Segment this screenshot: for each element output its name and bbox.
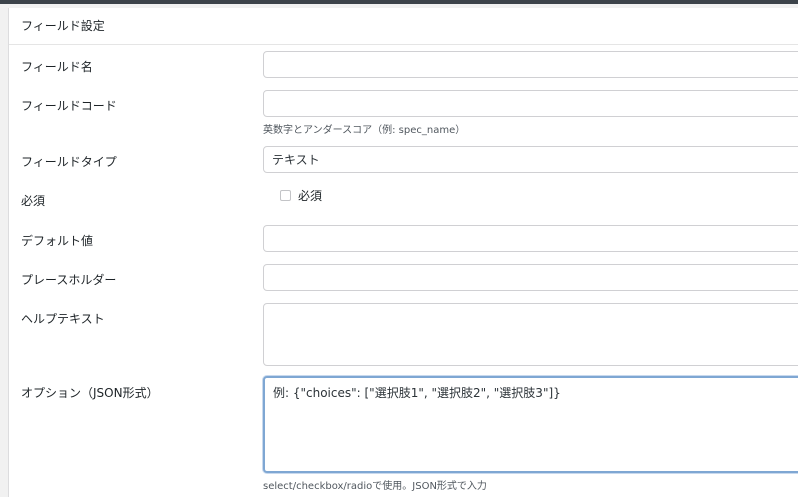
options-hint: select/checkbox/radioで使用。JSON形式で入力: [263, 481, 487, 492]
field-name-input[interactable]: [263, 51, 798, 78]
options-json-textarea[interactable]: [263, 376, 798, 473]
panel-title: フィールド設定: [21, 19, 105, 33]
required-checkbox[interactable]: [280, 190, 291, 201]
admin-top-bar: [0, 0, 798, 4]
help-text-textarea[interactable]: [263, 303, 798, 366]
default-value-input[interactable]: [263, 225, 798, 252]
field-settings-panel: フィールド設定 フィールド名 フィールドコード 英数字とアンダースコア（例: s…: [8, 8, 798, 497]
field-type-label: フィールドタイプ: [21, 155, 117, 169]
required-checkbox-row[interactable]: 必須: [280, 187, 322, 204]
required-label: 必須: [21, 194, 46, 208]
field-type-select[interactable]: テキスト: [263, 146, 798, 173]
panel-divider: [9, 44, 798, 45]
default-value-label: デフォルト値: [21, 234, 94, 248]
placeholder-input[interactable]: [263, 264, 798, 291]
placeholder-label: プレースホルダー: [21, 273, 117, 287]
field-code-label: フィールドコード: [21, 99, 117, 113]
options-label: オプション（JSON形式）: [21, 386, 159, 400]
field-code-input[interactable]: [263, 90, 798, 117]
field-name-label: フィールド名: [21, 60, 93, 74]
required-checkbox-label: 必須: [298, 189, 323, 203]
field-code-hint: 英数字とアンダースコア（例: spec_name）: [263, 125, 466, 136]
field-type-selected-value: テキスト: [272, 153, 320, 167]
help-text-label: ヘルプテキスト: [21, 312, 105, 326]
